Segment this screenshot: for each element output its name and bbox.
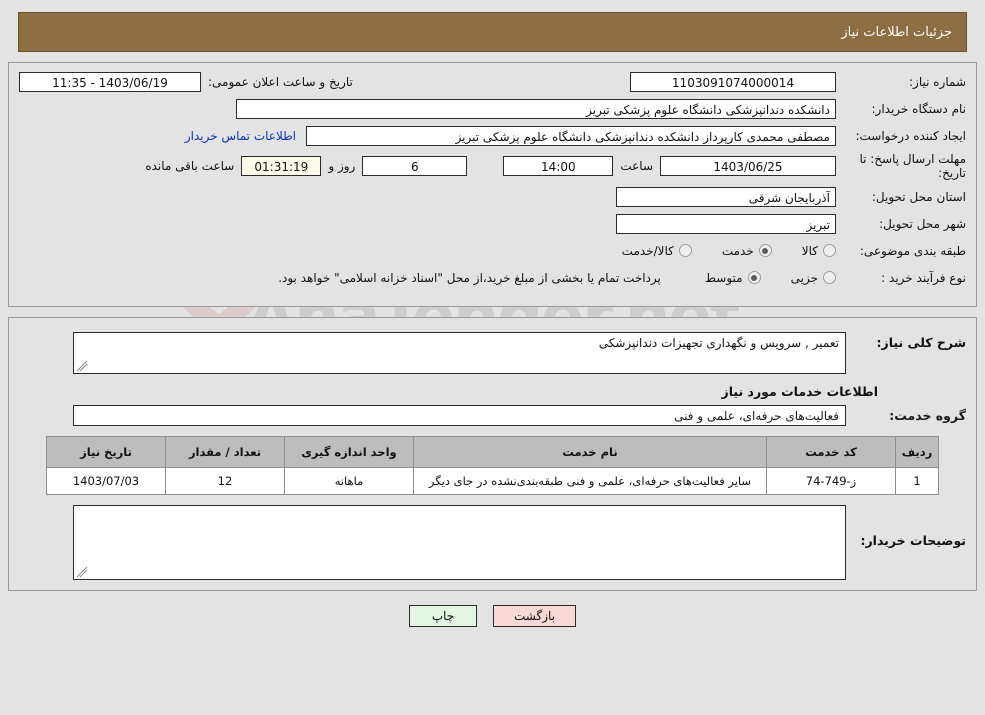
province-label: استان محل تحویل: <box>871 189 966 204</box>
radio-icon[interactable] <box>823 271 836 285</box>
cell-need-date: 1403/07/03 <box>46 466 166 496</box>
process-option-jozei-label: جزیی <box>790 270 818 285</box>
service-group-label: گروه خدمت: <box>889 407 966 423</box>
need-number-row: شماره نیاز: 1103091074000014 تاریخ و ساع… <box>19 71 966 93</box>
back-button[interactable]: بازگشت <box>493 605 576 628</box>
classification-option-kala-khedmat[interactable]: کالا/خدمت <box>622 244 692 258</box>
buyer-org-row: نام دستگاه خریدار: دانشکده دندانپزشکی دا… <box>19 98 966 120</box>
table-header-need-date: تاریخ نیاز <box>46 435 166 468</box>
process-type-row: نوع فرآیند خرید : جزیی متوسط پرداخت تمام… <box>19 267 966 289</box>
general-description-value: تعمیر , سرویس و نگهداری تجهیزات دندانپزش… <box>598 335 839 350</box>
process-option-motevaset[interactable]: متوسط <box>705 271 761 285</box>
page-title-bar: جزئیات اطلاعات نیاز <box>18 12 967 52</box>
creator-value: مصطفی محمدی کارپرداز دانشکده دندانپزشکی … <box>306 126 836 146</box>
deadline-countdown-timer: 01:31:19 <box>241 156 322 177</box>
cell-code: ز-749-74 <box>766 466 896 496</box>
classification-option-kala-khedmat-label: کالا/خدمت <box>621 243 674 258</box>
need-number-label: شماره نیاز: <box>909 74 966 89</box>
deadline-time-label: ساعت <box>620 159 653 174</box>
footer-button-bar: بازگشت چاپ <box>0 605 985 628</box>
province-value: آذربایجان شرقی <box>616 186 836 207</box>
general-description-label: شرح کلی نیاز: <box>876 334 966 350</box>
table-row: 1 ز-749-74 سایر فعالیت‌های حرفه‌ای، علمی… <box>46 466 939 496</box>
services-table: ردیف کد خدمت نام خدمت واحد اندازه گیری ت… <box>46 435 939 496</box>
process-option-jozei[interactable]: جزیی <box>791 271 836 285</box>
general-description-row: شرح کلی نیاز: تعمیر , سرویس و نگهداری تج… <box>19 331 966 374</box>
classification-option-khedmat[interactable]: خدمت <box>722 244 772 258</box>
resize-grip-icon <box>76 360 88 372</box>
table-header-quantity: تعداد / مقدار <box>165 435 285 468</box>
buyer-notes-label: توضیحات خریدار: <box>860 533 966 549</box>
service-group-value: فعالیت‌های حرفه‌ای، علمی و فنی <box>73 404 846 426</box>
page-title: جزئیات اطلاعات نیاز <box>841 24 952 40</box>
need-details-panel: شرح کلی نیاز: تعمیر , سرویس و نگهداری تج… <box>8 316 977 592</box>
province-row: استان محل تحویل: آذربایجان شرقی <box>19 186 966 208</box>
buyer-contact-link[interactable]: اطلاعات تماس خریدار <box>175 129 306 143</box>
announce-label: تاریخ و ساعت اعلان عمومی: <box>208 75 353 89</box>
cell-name: سایر فعالیت‌های حرفه‌ای، علمی و فنی طبقه… <box>413 466 767 496</box>
process-type-label: نوع فرآیند خرید : <box>881 270 966 285</box>
creator-row: ایجاد کننده درخواست: مصطفی محمدی کارپردا… <box>19 125 966 147</box>
table-header-name: نام خدمت <box>413 435 767 468</box>
city-label: شهر محل تحویل: <box>879 216 966 231</box>
deadline-label: مهلت ارسال پاسخ: تا تاریخ: <box>859 152 966 181</box>
classification-option-khedmat-label: خدمت <box>721 243 754 258</box>
deadline-date-value: 1403/06/25 <box>660 156 836 177</box>
process-type-note: پرداخت تمام یا بخشی از مبلغ خرید،از محل … <box>278 270 661 285</box>
cell-radif: 1 <box>895 466 939 496</box>
buyer-org-label: نام دستگاه خریدار: <box>871 101 967 116</box>
classification-label: طبقه بندی موضوعی: <box>859 243 966 258</box>
need-number-value: 1103091074000014 <box>630 72 836 92</box>
table-header-radif: ردیف <box>895 435 939 468</box>
classification-option-kala[interactable]: کالا <box>802 244 836 258</box>
table-header-row: ردیف کد خدمت نام خدمت واحد اندازه گیری ت… <box>46 435 939 468</box>
radio-icon[interactable] <box>823 244 836 258</box>
general-description-textarea[interactable]: تعمیر , سرویس و نگهداری تجهیزات دندانپزش… <box>73 331 846 374</box>
city-value: تبریز <box>616 213 836 234</box>
service-group-row: گروه خدمت: فعالیت‌های حرفه‌ای، علمی و فن… <box>19 404 966 426</box>
cell-quantity: 12 <box>165 466 285 496</box>
print-button[interactable]: چاپ <box>409 605 477 628</box>
radio-icon-selected[interactable] <box>747 271 761 285</box>
buyer-notes-row: توضیحات خریدار: <box>19 505 966 581</box>
creator-label: ایجاد کننده درخواست: <box>855 128 966 143</box>
need-info-panel: شماره نیاز: 1103091074000014 تاریخ و ساع… <box>8 62 977 307</box>
resize-grip-icon <box>76 567 88 578</box>
services-section-heading: اطلاعات خدمات مورد نیاز <box>721 383 879 399</box>
deadline-row: مهلت ارسال پاسخ: تا تاریخ: 1403/06/25 سا… <box>19 152 966 181</box>
buyer-notes-textarea[interactable] <box>73 505 846 581</box>
radio-icon[interactable] <box>678 244 692 258</box>
classification-option-kala-label: کالا <box>801 243 818 258</box>
radio-icon-selected[interactable] <box>758 244 772 258</box>
announce-value: 11:35 - 1403/06/19 <box>19 72 201 92</box>
table-header-code: کد خدمت <box>766 435 896 468</box>
city-row: شهر محل تحویل: تبریز <box>19 213 966 235</box>
cell-unit: ماهانه <box>284 466 414 496</box>
process-option-motevaset-label: متوسط <box>704 270 743 285</box>
page-root: جزئیات اطلاعات نیاز شماره نیاز: 11030910… <box>0 12 985 628</box>
classification-radio-group: کالا خدمت کالا/خدمت <box>592 244 836 258</box>
classification-row: طبقه بندی موضوعی: کالا خدمت کالا/خدمت <box>19 240 966 262</box>
buyer-org-value: دانشکده دندانپزشکی دانشگاه علوم پزشکی تب… <box>236 99 836 119</box>
deadline-days-value: 6 <box>362 156 468 177</box>
deadline-timer-label: ساعت باقی مانده <box>145 159 235 174</box>
table-header-unit: واحد اندازه گیری <box>284 435 414 468</box>
deadline-days-label: روز و <box>328 159 356 174</box>
deadline-time-value: 14:00 <box>503 156 614 177</box>
process-type-radio-group: جزیی متوسط <box>675 271 836 285</box>
